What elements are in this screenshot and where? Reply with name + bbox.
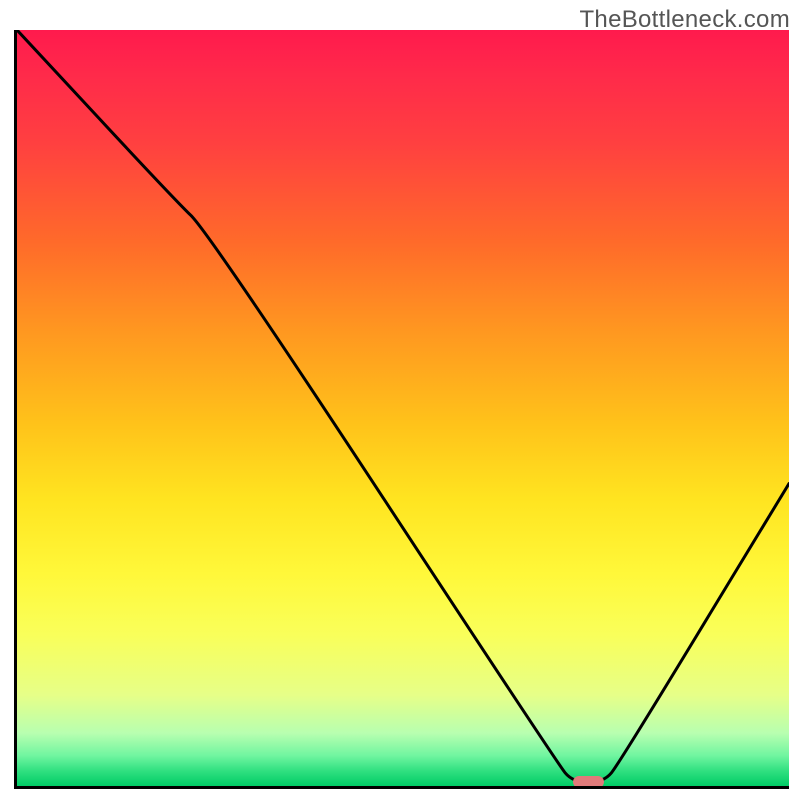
bottleneck-curve-path bbox=[17, 30, 789, 782]
plot-area bbox=[14, 30, 789, 789]
optimal-marker bbox=[573, 776, 604, 788]
curve-svg bbox=[17, 30, 789, 786]
watermark-label: TheBottleneck.com bbox=[579, 6, 790, 34]
chart-container: TheBottleneck.com bbox=[0, 0, 800, 800]
